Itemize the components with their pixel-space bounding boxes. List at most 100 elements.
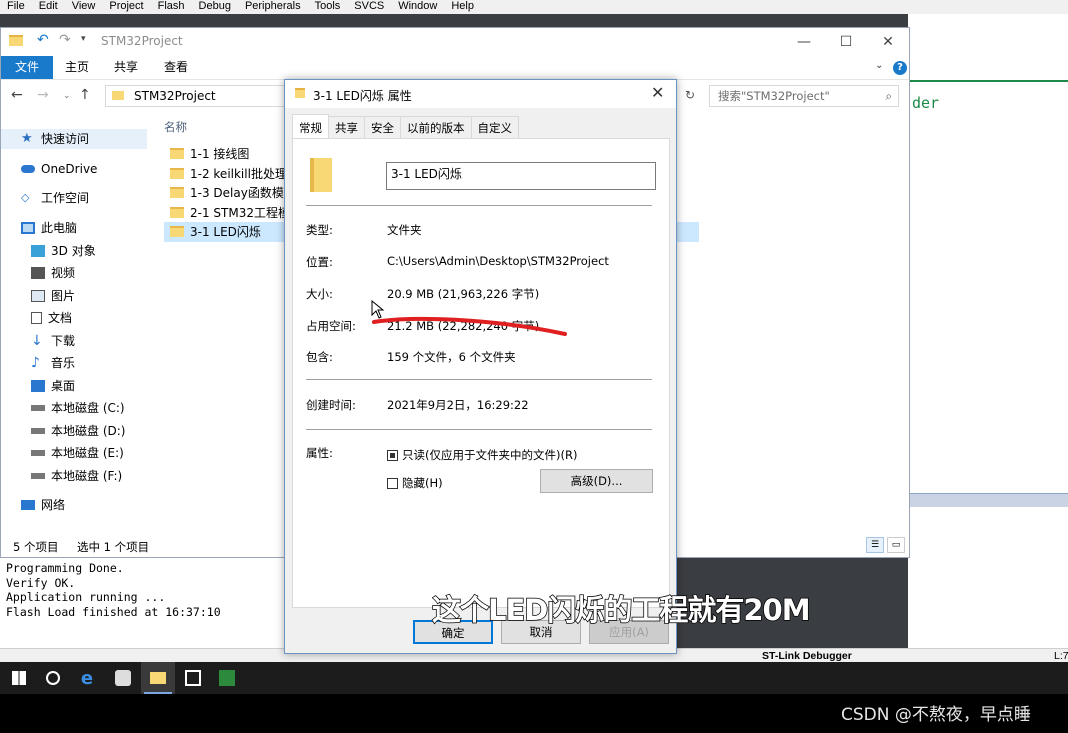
address-bar[interactable]: STM32Project: [105, 85, 285, 107]
desktop-icon: [31, 380, 45, 392]
nav-item-pictures[interactable]: 图片: [31, 286, 75, 306]
file-name: 1-2 keilkill批处理: [190, 167, 287, 181]
tab-general[interactable]: 常规: [292, 114, 329, 138]
location-value: C:\Users\Admin\Desktop\STM32Project: [387, 254, 609, 268]
tab-customize[interactable]: 自定义: [470, 116, 519, 138]
cloud-icon: [21, 165, 35, 173]
menu-help[interactable]: Help: [444, 0, 481, 14]
maximize-icon[interactable]: ☐: [823, 31, 869, 53]
close-icon[interactable]: ✕: [651, 83, 664, 102]
size-on-disk-label: 占用空间:: [306, 319, 356, 333]
menu-tools[interactable]: Tools: [308, 0, 348, 14]
checkbox-indeterminate-icon: [387, 449, 398, 461]
nav-item-disk-e[interactable]: 本地磁盘 (E:): [31, 443, 124, 463]
close-icon[interactable]: ✕: [865, 31, 911, 53]
nav-item-3d-objects[interactable]: 3D 对象: [31, 241, 96, 261]
download-icon: ↓: [31, 333, 43, 349]
file-explorer-icon[interactable]: [141, 662, 175, 694]
recent-dropdown-icon[interactable]: ⌄: [63, 91, 71, 101]
address-text: STM32Project: [134, 89, 216, 103]
divider: [306, 205, 652, 206]
tab-previous-versions[interactable]: 以前的版本: [400, 116, 472, 138]
screen-recorder-icon[interactable]: [106, 662, 140, 694]
tab-home[interactable]: 主页: [53, 56, 101, 79]
cortana-icon[interactable]: [36, 662, 70, 694]
undo-icon[interactable]: ↶: [37, 32, 49, 48]
menu-edit[interactable]: Edit: [32, 0, 65, 14]
computer-icon: [21, 222, 35, 234]
nav-item-downloads[interactable]: ↓ 下载: [31, 331, 75, 351]
folder-name-input[interactable]: 3-1 LED闪烁: [386, 162, 656, 190]
menu-view[interactable]: View: [65, 0, 103, 14]
drive-icon: [31, 473, 45, 479]
nav-item-disk-d[interactable]: 本地磁盘 (D:): [31, 421, 125, 441]
readonly-checkbox[interactable]: 只读(仅应用于文件夹中的文件)(R): [387, 447, 577, 463]
menu-window[interactable]: Window: [391, 0, 444, 14]
tab-share[interactable]: 共享: [102, 56, 150, 79]
nav-label: 本地磁盘 (F:): [51, 469, 123, 483]
keil-app-icon[interactable]: [210, 662, 244, 694]
redo-icon[interactable]: ↷: [59, 32, 71, 48]
forward-arrow-icon[interactable]: →: [37, 87, 49, 103]
mouse-cursor-icon: [371, 300, 385, 319]
nav-item-quick-access[interactable]: ★ 快速访问: [1, 129, 147, 149]
music-icon: ♪: [31, 355, 40, 371]
cube-icon: [31, 245, 45, 257]
windows-start-icon[interactable]: [2, 662, 36, 694]
advanced-button[interactable]: 高级(D)...: [540, 469, 653, 493]
search-input[interactable]: 搜索"STM32Project" ⌕: [709, 85, 899, 107]
nav-label: 网络: [41, 498, 66, 512]
photos-icon[interactable]: [176, 662, 210, 694]
divider: [306, 379, 652, 380]
menu-file[interactable]: File: [0, 0, 32, 14]
tab-file[interactable]: 文件: [1, 56, 53, 79]
readonly-label: 只读(仅应用于文件夹中的文件)(R): [402, 448, 578, 462]
tab-security[interactable]: 安全: [364, 116, 401, 138]
nav-item-disk-f[interactable]: 本地磁盘 (F:): [31, 466, 122, 486]
nav-label: 工作空间: [41, 191, 90, 205]
video-subtitle: 这个LED闪烁的工程就有20M: [431, 592, 811, 628]
nav-label: OneDrive: [41, 162, 98, 176]
taskbar: e: [0, 662, 1068, 694]
drive-icon: [31, 428, 45, 434]
menu-flash[interactable]: Flash: [151, 0, 192, 14]
large-icons-view-icon[interactable]: ▭: [887, 537, 905, 553]
tab-view[interactable]: 查看: [152, 56, 200, 79]
help-icon[interactable]: ?: [893, 61, 907, 75]
nav-item-disk-c[interactable]: 本地磁盘 (C:): [31, 398, 125, 418]
contains-value: 159 个文件，6 个文件夹: [387, 350, 516, 364]
nav-item-workspace[interactable]: ◇ 工作空间: [21, 188, 89, 208]
menu-debug[interactable]: Debug: [192, 0, 238, 14]
ribbon-tabs: 文件 主页 共享 查看 ⌄ ?: [1, 56, 909, 80]
keil-menubar: File Edit View Project Flash Debug Perip…: [0, 0, 1068, 14]
chevron-down-icon[interactable]: ▾: [81, 34, 86, 44]
nav-item-onedrive[interactable]: OneDrive: [21, 159, 97, 179]
hidden-checkbox[interactable]: 隐藏(H): [387, 475, 443, 491]
back-arrow-icon[interactable]: ←: [11, 87, 23, 103]
folder-icon: [9, 35, 23, 46]
tab-sharing[interactable]: 共享: [328, 116, 365, 138]
nav-item-videos[interactable]: 视频: [31, 263, 75, 283]
nav-item-network[interactable]: 网络: [21, 495, 65, 515]
nav-label: 图片: [51, 289, 76, 303]
details-view-icon[interactable]: ☰: [866, 537, 884, 553]
file-name: 1-3 Delay函数模块: [190, 186, 296, 200]
build-line: Flash Load finished at 16:37:10: [6, 604, 221, 619]
nav-label: 文档: [48, 311, 73, 325]
edge-browser-icon[interactable]: e: [70, 662, 104, 694]
nav-item-desktop[interactable]: 桌面: [31, 376, 75, 396]
refresh-icon[interactable]: ↻: [685, 88, 695, 102]
properties-dialog: 3-1 LED闪烁 属性 ✕ 常规 共享 安全 以前的版本 自定义 3-1 LE…: [284, 79, 677, 654]
nav-item-music[interactable]: ♪ 音乐: [31, 353, 75, 373]
menu-project[interactable]: Project: [102, 0, 150, 14]
up-arrow-icon[interactable]: ↑: [79, 87, 91, 103]
minimize-icon[interactable]: —: [781, 31, 827, 53]
menu-peripherals[interactable]: Peripherals: [238, 0, 308, 14]
chevron-down-icon[interactable]: ⌄: [875, 60, 883, 71]
nav-item-documents[interactable]: 文档: [31, 308, 72, 328]
menu-svcs[interactable]: SVCS: [347, 0, 391, 14]
nav-item-this-pc[interactable]: 此电脑: [21, 218, 77, 238]
picture-icon: [31, 290, 45, 302]
column-header-name[interactable]: 名称: [164, 119, 187, 135]
debugger-label: ST-Link Debugger: [762, 650, 852, 662]
